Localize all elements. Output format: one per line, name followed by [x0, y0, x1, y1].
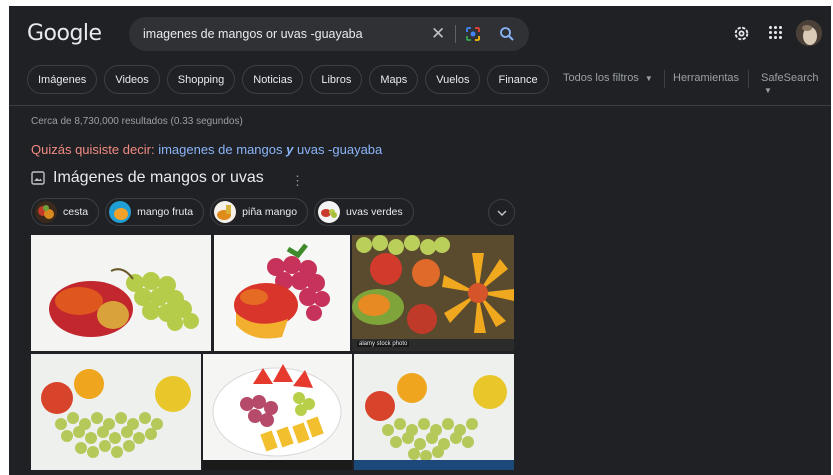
image-filter-chips: cesta mango fruta piña mango uvas verdes — [31, 198, 414, 226]
all-filters-label: Todos los filtros — [563, 72, 639, 84]
result-stats: Cerca de 8,730,000 resultados (0.33 segu… — [31, 116, 243, 127]
filter-label: mango fruta — [137, 206, 194, 218]
chip-maps[interactable]: Maps — [369, 65, 419, 94]
more-options-icon[interactable]: ⋮ — [291, 173, 304, 189]
chip-books[interactable]: Libros — [310, 65, 363, 94]
image-result[interactable] — [31, 235, 211, 351]
suggestion-bold-word: y — [286, 142, 294, 157]
filter-chip-cesta[interactable]: cesta — [31, 198, 100, 226]
filter-thumbnail — [35, 201, 57, 223]
image-result[interactable] — [354, 354, 514, 470]
filter-label: cesta — [63, 206, 89, 218]
all-filters-button[interactable]: Todos los filtros ▼ — [563, 72, 653, 84]
filter-thumbnail — [318, 201, 341, 223]
filter-label: piña mango — [242, 206, 298, 218]
suggestion-link[interactable]: imagenes de mangos y uvas -guayaba — [158, 142, 382, 157]
chip-news[interactable]: Noticias — [242, 65, 304, 94]
image-icon — [31, 171, 45, 185]
search-input[interactable]: imagenes de mangos or uvas -guayaba — [143, 27, 363, 41]
safesearch-divider — [748, 70, 749, 88]
filter-chip-mango-fruta[interactable]: mango fruta — [105, 198, 205, 226]
search-box[interactable]: imagenes de mangos or uvas -guayaba ✕ — [129, 17, 529, 51]
chip-finance[interactable]: Finance — [487, 65, 549, 94]
watermark-text: alamy stock photo — [357, 341, 410, 347]
page: Google imagenes de mangos or uvas -guaya… — [9, 6, 831, 475]
google-logo[interactable]: Google — [27, 21, 102, 46]
filter-chip-uvas-verdes[interactable]: uvas verdes — [314, 198, 414, 226]
fruit-platter-photo — [352, 235, 514, 351]
filter-chip-pina-mango[interactable]: piña mango — [210, 198, 309, 226]
account-avatar[interactable] — [796, 20, 822, 46]
safesearch-label: SafeSearch — [761, 72, 819, 84]
image-result[interactable]: alamy stock photo — [352, 235, 514, 351]
safesearch-button[interactable]: SafeSearch ▼ — [761, 72, 831, 96]
image-result[interactable] — [203, 354, 352, 470]
header-divider — [9, 105, 831, 106]
expand-filters-button[interactable] — [488, 199, 515, 226]
mangoes-grapes-photo — [354, 354, 514, 470]
tools-button[interactable]: Herramientas — [673, 72, 739, 84]
images-section-header: Imágenes de mangos or uvas — [31, 169, 264, 187]
suggestion-text-end: uvas -guayaba — [296, 142, 383, 157]
google-lens-icon[interactable] — [465, 26, 481, 42]
chip-shopping[interactable]: Shopping — [166, 65, 236, 94]
clear-icon[interactable]: ✕ — [431, 24, 445, 44]
mangoes-grapes-photo — [31, 354, 201, 470]
settings-gear-icon[interactable] — [733, 25, 750, 42]
tools-divider — [664, 70, 665, 88]
caret-down-icon: ▼ — [764, 86, 772, 95]
filter-thumbnail — [109, 201, 132, 223]
image-result[interactable] — [31, 354, 201, 470]
mango-red-grapes-photo — [214, 235, 350, 351]
image-result[interactable] — [214, 235, 350, 351]
did-you-mean: Quizás quisiste decir: imagenes de mango… — [31, 142, 382, 157]
chevron-down-icon — [496, 209, 507, 216]
search-divider — [455, 25, 456, 43]
chip-images[interactable]: Imágenes — [27, 65, 98, 94]
chip-flights[interactable]: Vuelos — [425, 65, 481, 94]
caret-down-icon: ▼ — [644, 74, 653, 83]
images-section-title: Imágenes de mangos or uvas — [53, 169, 264, 186]
search-icon[interactable] — [499, 26, 515, 42]
suggestion-text-start: imagenes de mangos — [158, 142, 283, 157]
apps-grid-icon[interactable] — [768, 25, 783, 40]
did-you-mean-label: Quizás quisiste decir: — [31, 142, 155, 157]
filter-label: uvas verdes — [346, 206, 403, 218]
chip-videos[interactable]: Videos — [104, 65, 160, 94]
filter-thumbnail — [214, 201, 237, 223]
fruit-plate-photo — [203, 354, 352, 470]
mango-grapes-photo — [31, 235, 211, 351]
search-type-chips: Imágenes Videos Shopping Noticias Libros… — [27, 65, 549, 94]
